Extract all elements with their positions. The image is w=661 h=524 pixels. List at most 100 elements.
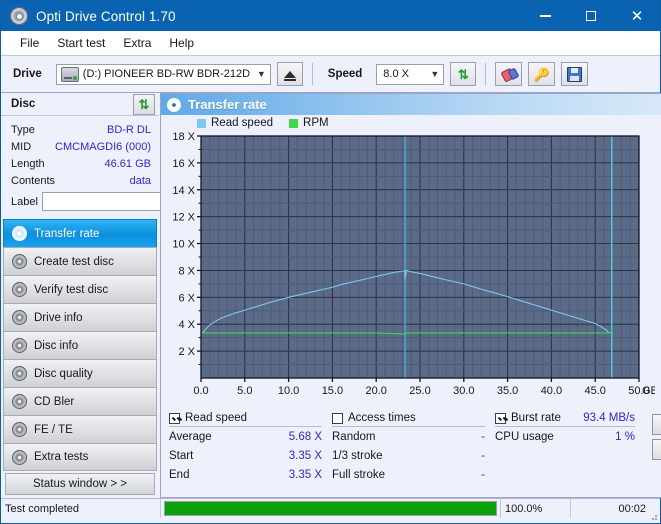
burst-rate-label: Burst rate — [511, 412, 561, 424]
disc-icon — [12, 282, 27, 297]
right-pane: Transfer rate Read speed RPM 2 X4 X6 X8 … — [159, 93, 661, 498]
result-row-full-stroke: Full stroke - — [332, 465, 495, 484]
result-row-cpu-usage: CPU usage 1 % — [495, 427, 645, 446]
content-area: Disc ⇅ Type BD-R DL MID CMCMAGDI6 (000) … — [1, 93, 660, 498]
sidebar-item-drive-info[interactable]: Drive info — [3, 303, 157, 331]
disc-icon — [12, 310, 27, 325]
chevron-down-icon: ▼ — [253, 65, 270, 84]
sidebar-item-label: Disc info — [34, 340, 78, 352]
erase-button[interactable] — [495, 62, 522, 86]
disc-icon — [12, 450, 27, 465]
read-speed-checkbox[interactable] — [169, 413, 180, 424]
menu-item-start-test[interactable]: Start test — [48, 33, 114, 53]
menu-item-extra[interactable]: Extra — [114, 33, 160, 53]
keys-button[interactable]: 🔑 — [528, 62, 555, 86]
svg-text:0.0: 0.0 — [193, 385, 208, 397]
disc-row-value: BD-R DL — [107, 124, 151, 136]
svg-text:6 X: 6 X — [178, 292, 195, 304]
transfer-rate-chart: 2 X4 X6 X8 X10 X12 X14 X16 X18 X0.05.010… — [161, 130, 661, 408]
save-button[interactable] — [561, 62, 588, 86]
sidebar-item-label: Transfer rate — [34, 228, 99, 240]
legend-swatch-rpm — [289, 119, 298, 128]
status-window-button[interactable]: Status window > > — [5, 473, 155, 495]
result-key: Start — [169, 450, 193, 462]
refresh-icon: ⇅ — [458, 68, 469, 81]
action-buttons: Start full Start part — [645, 412, 661, 484]
menu-bar: File Start test Extra Help — [1, 31, 660, 55]
result-key: Full stroke — [332, 469, 385, 481]
disc-icon — [12, 338, 27, 353]
svg-text:40.0: 40.0 — [541, 385, 562, 397]
eject-button[interactable] — [277, 62, 303, 86]
burst-rate-checkbox[interactable] — [495, 413, 506, 424]
disc-row-type: Type BD-R DL — [11, 121, 151, 138]
disc-refresh-button[interactable]: ⇅ — [133, 94, 155, 115]
svg-text:14 X: 14 X — [172, 185, 195, 197]
start-part-button[interactable]: Start part — [652, 439, 661, 460]
disc-label-key: Label — [11, 196, 38, 208]
result-value: - — [481, 469, 495, 481]
access-times-label: Access times — [348, 412, 416, 424]
sidebar-item-fe-te[interactable]: FE / TE — [3, 415, 157, 443]
sidebar-item-verify-test-disc[interactable]: Verify test disc — [3, 275, 157, 303]
disc-icon — [12, 422, 27, 437]
results-column-access-times: Access times Random - 1/3 stroke - — [332, 412, 495, 484]
menu-item-help[interactable]: Help — [160, 33, 203, 53]
disc-header-label: Disc — [11, 98, 35, 110]
legend-label-read-speed: Read speed — [211, 117, 273, 129]
sidebar-item-create-test-disc[interactable]: Create test disc — [3, 247, 157, 275]
legend-swatch-read-speed — [197, 119, 206, 128]
chart-canvas: 2 X4 X6 X8 X10 X12 X14 X16 X18 X0.05.010… — [161, 130, 655, 408]
svg-text:5.0: 5.0 — [237, 385, 252, 397]
access-times-checkbox[interactable] — [332, 413, 343, 424]
sidebar-item-disc-quality[interactable]: Disc quality — [3, 359, 157, 387]
drive-select[interactable]: (D:) PIONEER BD-RW BDR-212D 1.00 ▼ — [56, 64, 271, 85]
start-full-button[interactable]: Start full — [652, 414, 661, 435]
close-button[interactable]: ✕ — [614, 1, 660, 31]
progress-fill — [165, 502, 496, 515]
read-speed-label: Read speed — [185, 412, 247, 424]
result-row-average: Average 5.68 X — [169, 427, 332, 446]
disc-row-key: MID — [11, 141, 31, 153]
maximize-button[interactable] — [568, 1, 614, 31]
menu-item-file[interactable]: File — [11, 33, 48, 53]
svg-text:4 X: 4 X — [178, 319, 195, 331]
sidebar-item-transfer-rate[interactable]: Transfer rate — [3, 219, 157, 247]
results-column-burst-rate: Burst rate 93.4 MB/s CPU usage 1 % — [495, 412, 645, 484]
progress-bar — [161, 499, 501, 518]
results-area: Read speed Average 5.68 X Start 3.35 X — [161, 408, 661, 484]
drive-label: Drive — [7, 68, 50, 80]
burst-rate-checkbox-row: Burst rate 93.4 MB/s — [495, 412, 635, 427]
panel-header: Transfer rate — [161, 94, 661, 115]
disc-info-list: Type BD-R DL MID CMCMAGDI6 (000) Length … — [1, 116, 159, 214]
sidebar-item-label: Drive info — [34, 312, 83, 324]
svg-text:35.0: 35.0 — [497, 385, 518, 397]
minimize-icon — [540, 15, 551, 17]
resize-grip[interactable] — [648, 511, 658, 521]
chevron-down-icon: ▼ — [426, 65, 443, 84]
disc-row-value: 46.61 GB — [105, 158, 151, 170]
sidebar-item-label: Create test disc — [34, 256, 114, 268]
eraser-icon — [500, 66, 517, 81]
svg-text:16 X: 16 X — [172, 158, 195, 170]
disc-row-key: Contents — [11, 175, 55, 187]
sidebar-item-disc-info[interactable]: Disc info — [3, 331, 157, 359]
result-key: CPU usage — [495, 431, 554, 443]
sidebar-item-extra-tests[interactable]: Extra tests — [3, 443, 157, 471]
access-times-checkbox-row: Access times — [332, 412, 485, 427]
keys-icon: 🔑 — [534, 68, 550, 81]
drive-select-value: (D:) PIONEER BD-RW BDR-212D 1.00 — [83, 68, 253, 80]
disc-label-row: Label — [11, 191, 151, 212]
read-speed-checkbox-row: Read speed — [169, 412, 322, 427]
result-value: 5.68 X — [289, 431, 332, 443]
result-row-third-stroke: 1/3 stroke - — [332, 446, 495, 465]
minimize-button[interactable] — [522, 1, 568, 31]
speed-select[interactable]: 8.0 X ▼ — [376, 64, 444, 85]
maximize-icon — [586, 11, 596, 21]
window-title: Opti Drive Control 1.70 — [36, 9, 176, 24]
svg-text:25.0: 25.0 — [409, 385, 430, 397]
refresh-button[interactable]: ⇅ — [450, 62, 476, 86]
svg-text:10.0: 10.0 — [278, 385, 299, 397]
sidebar-item-cd-bler[interactable]: CD Bler — [3, 387, 157, 415]
sidebar-item-label: FE / TE — [34, 424, 73, 436]
